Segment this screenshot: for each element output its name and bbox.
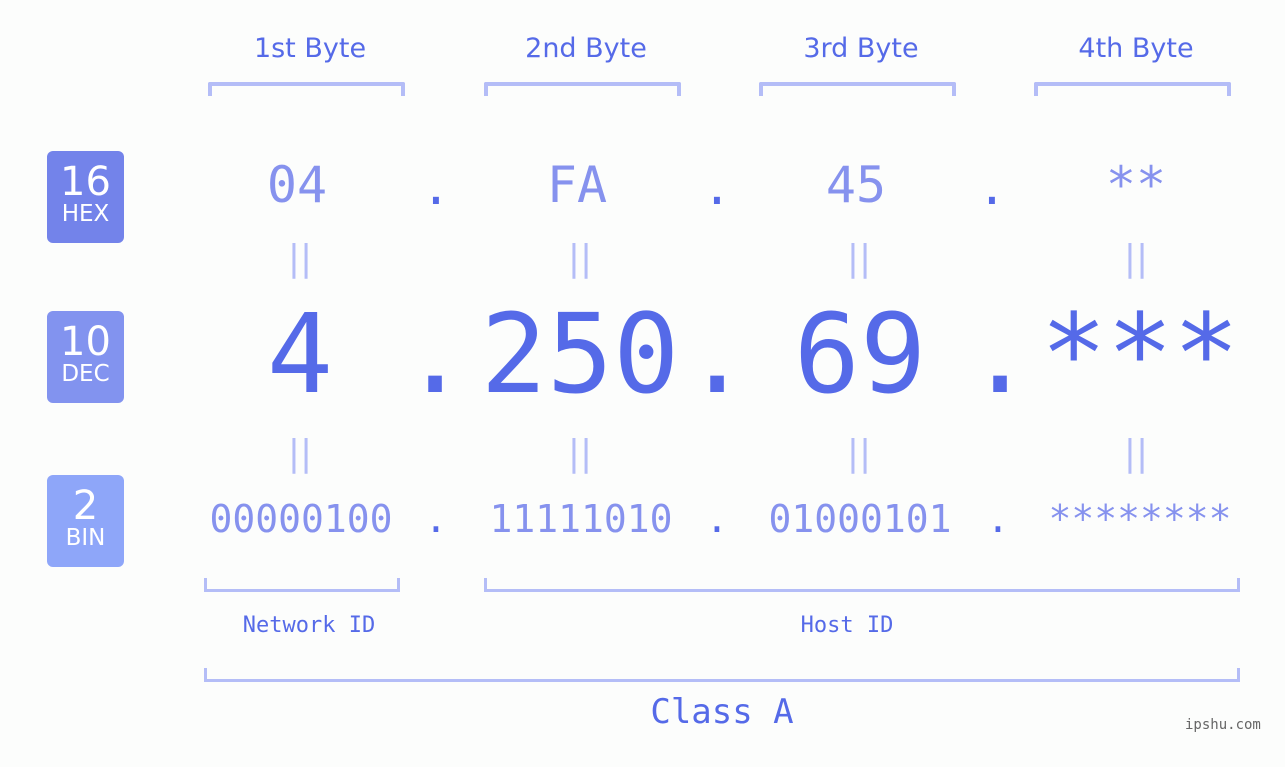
- dec-base-label: DEC: [61, 361, 110, 387]
- hex-byte-3: 45: [825, 156, 887, 214]
- bin-byte-4: ********: [1048, 497, 1232, 541]
- bin-base-label: BIN: [65, 525, 106, 551]
- dec-separator-2: .: [684, 290, 751, 418]
- byte-label-3: 3rd Byte: [803, 33, 919, 64]
- class-bracket: [204, 668, 1240, 682]
- class-label: Class A: [650, 692, 794, 732]
- host-id-bracket: [484, 578, 1240, 592]
- bin-separator-3: .: [986, 497, 1010, 541]
- byte-label-2: 2nd Byte: [525, 33, 647, 64]
- host-id-label: Host ID: [800, 613, 894, 638]
- hex-separator-2: .: [702, 160, 732, 216]
- byte-bracket-2: [484, 82, 681, 96]
- byte-bracket-4: [1034, 82, 1231, 96]
- bin-byte-1: 00000100: [209, 497, 393, 541]
- equals-sign: ||: [1123, 433, 1149, 474]
- hex-base-number: 16: [60, 159, 111, 205]
- hex-badge: 16 HEX: [47, 151, 124, 243]
- hex-byte-4: **: [1105, 156, 1167, 214]
- hex-byte-2: FA: [546, 156, 608, 214]
- equals-sign: ||: [1123, 238, 1149, 279]
- dec-separator-3: .: [967, 290, 1034, 418]
- byte-bracket-3: [759, 82, 956, 96]
- dec-byte-1: 4: [266, 290, 334, 418]
- hex-separator-3: .: [977, 160, 1007, 216]
- hex-byte-1: 04: [266, 156, 328, 214]
- byte-label-4: 4th Byte: [1078, 33, 1194, 64]
- bin-byte-2: 11111010: [489, 497, 673, 541]
- dec-byte-4: ***: [1040, 290, 1240, 418]
- hex-separator-1: .: [421, 160, 451, 216]
- bin-base-number: 2: [72, 483, 99, 529]
- dec-byte-2: 250: [480, 290, 680, 418]
- network-id-label: Network ID: [242, 613, 376, 638]
- byte-bracket-1: [208, 82, 405, 96]
- equals-sign: ||: [287, 433, 313, 474]
- dec-byte-3: 69: [793, 290, 927, 418]
- equals-sign: ||: [846, 238, 872, 279]
- equals-sign: ||: [846, 433, 872, 474]
- equals-sign: ||: [287, 238, 313, 279]
- byte-label-1: 1st Byte: [253, 33, 367, 64]
- bin-badge: 2 BIN: [47, 475, 124, 567]
- dec-base-number: 10: [60, 319, 111, 365]
- hex-base-label: HEX: [61, 201, 110, 227]
- equals-sign: ||: [567, 238, 593, 279]
- bin-separator-2: .: [705, 497, 729, 541]
- bin-separator-1: .: [424, 497, 448, 541]
- dec-badge: 10 DEC: [47, 311, 124, 403]
- credit-text: ipshu.com: [1185, 717, 1261, 733]
- network-id-bracket: [204, 578, 400, 592]
- equals-sign: ||: [567, 433, 593, 474]
- dec-separator-1: .: [402, 290, 469, 418]
- bin-byte-3: 01000101: [768, 497, 952, 541]
